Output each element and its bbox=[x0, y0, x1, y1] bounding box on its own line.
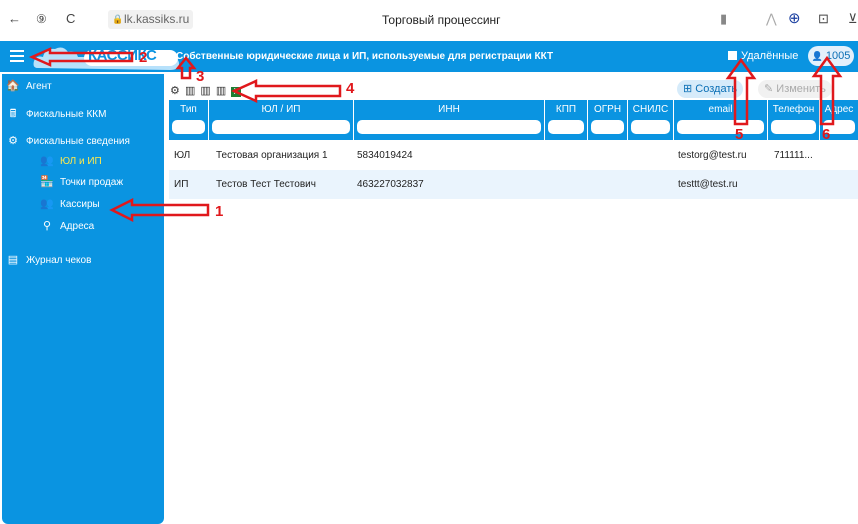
annotation-arrow-6 bbox=[811, 55, 843, 126]
annotation-arrow-2 bbox=[28, 47, 134, 67]
annotation-label-3: 3 bbox=[196, 68, 205, 85]
annotation-label-4: 4 bbox=[346, 80, 355, 97]
annotation-label-2: 2 bbox=[139, 49, 148, 66]
annotation-label-6: 6 bbox=[822, 126, 831, 143]
annotation-arrow-4 bbox=[230, 79, 342, 103]
annotation-arrow-3 bbox=[175, 55, 197, 80]
annotation-arrow-5 bbox=[725, 57, 757, 126]
annotation-label-1: 1 bbox=[215, 203, 224, 220]
annotation-arrow-1 bbox=[109, 197, 210, 223]
annotation-arrows bbox=[28, 47, 843, 223]
annotation-label-5: 5 bbox=[735, 126, 744, 143]
